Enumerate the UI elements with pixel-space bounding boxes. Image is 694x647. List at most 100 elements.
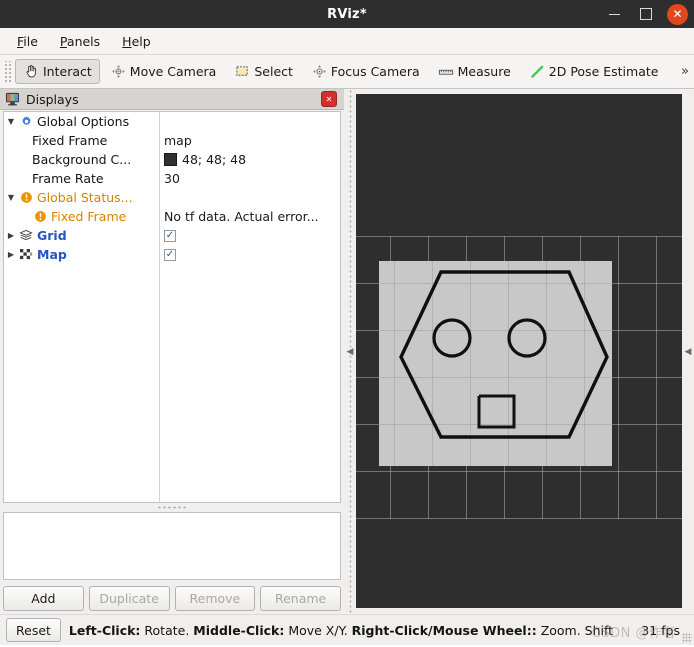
tree-value-grid-enabled[interactable]: ✓ [159,229,340,242]
tool-move-camera[interactable]: Move Camera [102,59,225,84]
tree-row-global-options[interactable]: ▼ Global Options [4,112,340,131]
displays-monitor-icon [4,91,21,108]
collapse-left-arrow-icon[interactable]: ◀ [347,347,354,357]
menu-panels[interactable]: Panels [51,31,109,52]
toolbar-overflow-button[interactable]: » [681,64,689,79]
tool-focus-camera-label: Focus Camera [330,64,420,79]
tool-2d-pose-estimate-label: 2D Pose Estimate [548,64,659,79]
map-checker-icon [18,248,34,261]
dock-view-splitter[interactable]: ◀ [344,89,356,614]
minimize-button[interactable] [603,3,625,25]
tree-label: Global Status... [37,190,133,205]
tool-interact[interactable]: Interact [15,59,100,84]
tree-label: Map [37,247,67,262]
displays-dock: Displays ✕ ▼ Global Options Fixed Frame … [0,89,344,614]
displays-tree[interactable]: ▼ Global Options Fixed Frame map Backgro… [3,111,341,503]
window-title: RViz* [327,6,367,22]
hint-rotate-label: Rotate. [140,622,194,638]
menubar: File Panels Help [0,28,694,55]
tool-focus-camera[interactable]: Focus Camera [303,59,428,84]
gear-icon [18,115,34,128]
tree-label: Fixed Frame [32,133,108,148]
frame-rate-value: 30 [164,171,180,186]
resize-grip[interactable] [682,633,692,643]
displays-panel-splitter[interactable] [0,503,344,512]
render-area: ◀ [356,89,694,614]
expander-down-icon[interactable]: ▼ [4,117,18,126]
grid-checkbox[interactable]: ✓ [164,229,176,242]
hand-cursor-icon [23,63,40,80]
tree-row-frame-rate[interactable]: Frame Rate 30 [4,169,340,188]
hint-middle-click-label: Middle-Click: [193,622,285,638]
map-checkbox[interactable]: ✓ [164,248,176,261]
rename-button[interactable]: Rename [260,586,341,611]
main-content: Displays ✕ ▼ Global Options Fixed Frame … [0,89,694,614]
display-description-box [3,512,341,580]
focus-camera-icon [311,63,328,80]
collapse-right-arrow-icon[interactable]: ◀ [685,347,692,357]
fps-indicator: 31 fps [641,622,680,638]
remove-button[interactable]: Remove [174,586,256,611]
menu-help[interactable]: Help [113,31,160,52]
tree-row-status-fixed-frame[interactable]: Fixed Frame No tf data. Actual error... [4,207,340,226]
tool-measure[interactable]: Measure [430,59,519,84]
tree-value-background-color[interactable]: 48; 48; 48 [159,152,340,167]
duplicate-button[interactable]: Duplicate [88,586,170,611]
tree-label: Fixed Frame [51,209,127,224]
displays-dock-title: Displays [26,91,79,107]
status-message-value: No tf data. Actual error... [164,209,319,224]
add-button[interactable]: Add [3,586,84,611]
hint-right-click-label: Right-Click/Mouse Wheel:: [351,622,537,638]
tool-select-label: Select [254,64,293,79]
fixed-frame-value: map [164,133,192,148]
maximize-button[interactable] [635,3,657,25]
main-toolbar: Interact Move Camera Select Focus Camera… [0,55,694,89]
expander-right-icon[interactable]: ▶ [4,231,18,240]
tree-label: Global Options [37,114,130,129]
3d-render-view[interactable] [356,94,682,608]
expander-down-icon[interactable]: ▼ [4,193,18,202]
tree-value-status-message[interactable]: No tf data. Actual error... [159,209,340,224]
toolbar-drag-handle[interactable] [3,60,12,83]
hint-left-click-label: Left-Click: [68,622,141,638]
tool-move-camera-label: Move Camera [129,64,217,79]
tree-row-map[interactable]: ▶ Map ✓ [4,245,340,264]
statusbar: Reset Left-Click: Rotate. Middle-Click: … [0,614,694,645]
tree-row-global-status[interactable]: ▼ Global Status... [4,188,340,207]
right-panel-splitter[interactable]: ◀ [682,89,694,614]
background-color-value: 48; 48; 48 [182,152,247,167]
hint-move-label: Move X/Y. [284,622,352,638]
displays-button-row: Add Duplicate Remove Rename [0,580,344,614]
tree-label: Frame Rate [32,171,104,186]
tree-value-frame-rate[interactable]: 30 [159,171,340,186]
mouse-hint-text: Left-Click: Rotate. Middle-Click: Move X… [69,623,688,638]
tool-2d-pose-estimate[interactable]: 2D Pose Estimate [521,59,667,84]
move-camera-icon [110,63,127,80]
tool-measure-label: Measure [457,64,511,79]
close-button[interactable]: ✕ [667,3,688,25]
tree-row-fixed-frame[interactable]: Fixed Frame map [4,131,340,150]
tree-row-background-color[interactable]: Background C... 48; 48; 48 [4,150,340,169]
warning-icon [32,210,48,223]
menu-file[interactable]: File [8,31,47,52]
select-box-icon [234,63,251,80]
tree-row-grid[interactable]: ▶ Grid ✓ [4,226,340,245]
warning-icon [18,191,34,204]
window-titlebar: RViz* ✕ [0,0,694,28]
tree-value-fixed-frame[interactable]: map [159,133,340,148]
tree-value-map-enabled[interactable]: ✓ [159,248,340,261]
displays-dock-close-icon[interactable]: ✕ [321,91,337,107]
color-swatch-icon [164,153,177,166]
ruler-icon [438,63,455,80]
tree-label: Grid [37,228,67,243]
tool-select[interactable]: Select [226,59,301,84]
tool-interact-label: Interact [43,64,92,79]
occupancy-map [379,261,612,466]
tree-label: Background C... [32,152,132,167]
pose-arrow-icon [529,63,546,80]
expander-right-icon[interactable]: ▶ [4,250,18,259]
window-controls: ✕ [603,0,688,28]
displays-dock-header: Displays ✕ [0,89,344,110]
reset-button[interactable]: Reset [6,618,61,642]
grid-layers-icon [18,229,34,242]
